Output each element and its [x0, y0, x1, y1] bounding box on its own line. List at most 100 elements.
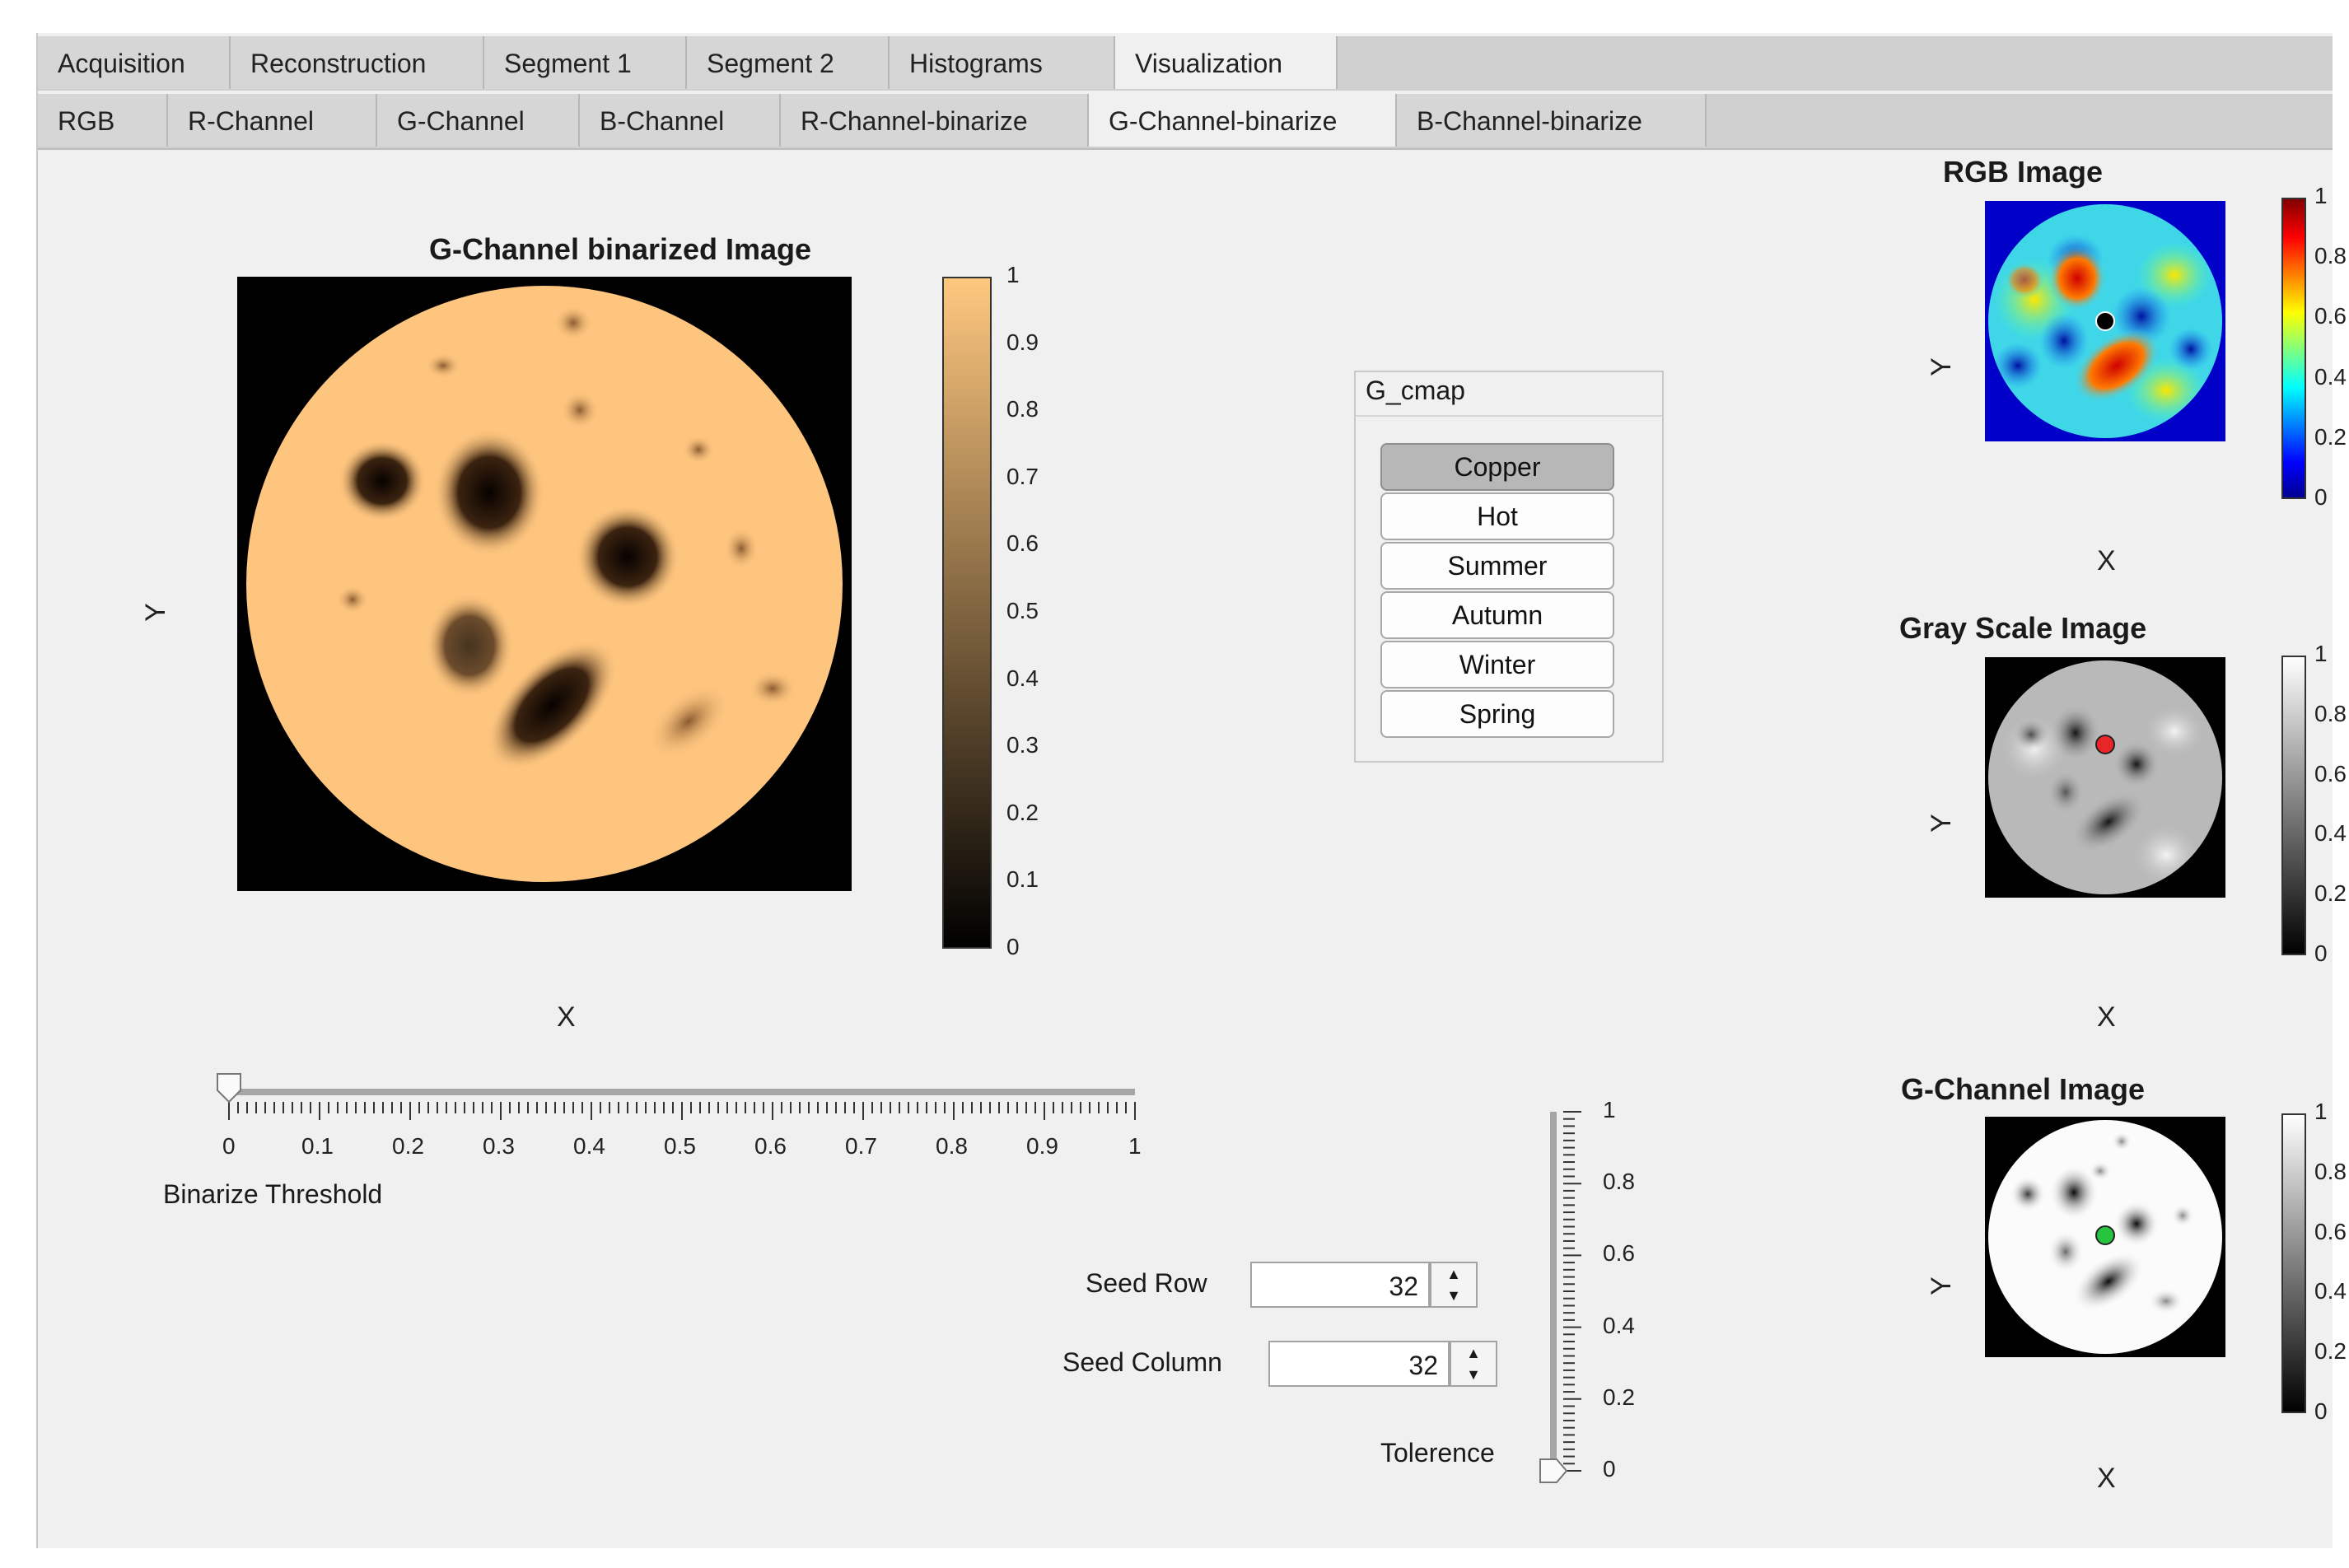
- tolerance-tick-label: 0.6: [1603, 1240, 1635, 1267]
- slider-thumb[interactable]: [217, 1073, 241, 1104]
- threshold-tick-label: 0.5: [664, 1133, 696, 1159]
- rgb-image-title: RGB Image: [1942, 155, 2104, 189]
- seed-row-down-icon[interactable]: ▼: [1431, 1285, 1476, 1306]
- tolerance-tick-label: 0: [1603, 1456, 1616, 1482]
- colorbar-tick-label: 0.4: [2314, 1278, 2347, 1304]
- main-colorbar: [942, 277, 992, 949]
- slider-tick-marks: [228, 1102, 1136, 1120]
- colorbar-tick-label: 0.2: [1006, 799, 1039, 825]
- colorbar-tick-label: 0: [1006, 934, 1020, 959]
- cmap-hot-button[interactable]: Hot: [1380, 492, 1614, 540]
- subtab-r-channel-binarize[interactable]: R-Channel-binarize: [781, 94, 1089, 147]
- colorbar-tick-label: 0.6: [2314, 760, 2347, 786]
- colorbar-tick-label: 0.2: [2314, 1338, 2347, 1365]
- colorbar-tick-label: 0.1: [1006, 866, 1039, 893]
- subtab-r-channel[interactable]: R-Channel: [168, 94, 377, 147]
- seed-row-up-icon[interactable]: ▲: [1431, 1263, 1476, 1285]
- tolerance-track[interactable]: [1550, 1112, 1557, 1471]
- tab-acquisition[interactable]: Acquisition: [38, 36, 231, 89]
- colormap-panel: G_cmap Copper Hot Summer Autumn Winter S…: [1354, 371, 1664, 763]
- slider-track[interactable]: [229, 1089, 1135, 1095]
- colorbar-tick-label: 1: [2314, 1099, 2328, 1124]
- tab-visualization[interactable]: Visualization: [1115, 36, 1338, 89]
- seed-column-down-icon[interactable]: ▼: [1451, 1364, 1496, 1385]
- seed-column-stepper[interactable]: ▲ ▼: [1450, 1341, 1497, 1387]
- main-plot-ylabel: Y: [139, 603, 171, 622]
- threshold-tick-label: 0.4: [573, 1133, 605, 1159]
- colorbar-tick-label: 0.4: [2314, 820, 2347, 847]
- colorbar-tick-label: 0.6: [1006, 530, 1039, 557]
- cmap-copper-button[interactable]: Copper: [1380, 443, 1614, 491]
- seed-row-input[interactable]: 32: [1250, 1262, 1430, 1308]
- colorbar-tick-label: 0: [2314, 1398, 2328, 1424]
- g-channel-colorbar: [2281, 1113, 2306, 1413]
- colorbar-tick-label: 1: [2314, 183, 2328, 208]
- tab-segment-2[interactable]: Segment 2: [687, 36, 890, 89]
- colorbar-tick-label: 0.3: [1006, 732, 1039, 758]
- g-channel-image-ylabel: Y: [1925, 1276, 1957, 1295]
- cmap-spring-button[interactable]: Spring: [1380, 690, 1614, 738]
- seed-column-up-icon[interactable]: ▲: [1451, 1342, 1496, 1364]
- g-channel-image-title: G-Channel Image: [1900, 1072, 2146, 1106]
- gray-image-ylabel: Y: [1925, 814, 1957, 833]
- colorbar-tick-label: 0.8: [2314, 700, 2347, 726]
- seed-row-label: Seed Row: [1086, 1268, 1207, 1298]
- seed-column-label: Seed Column: [1062, 1347, 1222, 1377]
- seed-marker: [2095, 735, 2115, 754]
- rgb-image: [1985, 201, 2225, 441]
- tolerance-tick-marks: [1563, 1111, 1581, 1472]
- gray-image: [1985, 657, 2225, 898]
- colorbar-tick-label: 0.8: [1006, 396, 1039, 422]
- subtab-g-channel[interactable]: G-Channel: [377, 94, 580, 147]
- colorbar-tick-label: 0.4: [1006, 665, 1039, 691]
- g-channel-image-xlabel: X: [2097, 1463, 2116, 1494]
- colorbar-tick-label: 0: [2314, 484, 2328, 510]
- panel-divider: [1356, 415, 1662, 417]
- gray-image-xlabel: X: [2097, 1001, 2116, 1033]
- app-window: Acquisition Reconstruction Segment 1 Seg…: [36, 33, 2347, 1548]
- colorbar-tick-label: 0.2: [2314, 423, 2347, 450]
- subtab-b-channel[interactable]: B-Channel: [580, 94, 781, 147]
- tolerance-tick-label: 0.8: [1603, 1169, 1635, 1195]
- threshold-tick-label: 0.2: [392, 1133, 424, 1159]
- cmap-summer-button[interactable]: Summer: [1380, 542, 1614, 590]
- threshold-tick-label: 0.3: [483, 1133, 515, 1159]
- colorbar-tick-label: 0.4: [2314, 363, 2347, 390]
- threshold-tick-label: 1: [1128, 1133, 1142, 1159]
- sub-tab-bar: RGB R-Channel G-Channel B-Channel R-Chan…: [38, 94, 2333, 150]
- cmap-autumn-button[interactable]: Autumn: [1380, 591, 1614, 639]
- colorbar-tick-label: 0.2: [2314, 880, 2347, 907]
- seed-column-input[interactable]: 32: [1268, 1341, 1450, 1387]
- subtab-g-channel-binarize[interactable]: G-Channel-binarize: [1089, 94, 1397, 147]
- tolerance-label: Tolerence: [1380, 1438, 1495, 1468]
- tab-segment-1[interactable]: Segment 1: [484, 36, 687, 89]
- main-plot-image: [237, 277, 852, 891]
- cmap-winter-button[interactable]: Winter: [1380, 641, 1614, 688]
- g-channel-image: [1985, 1117, 2225, 1357]
- tolerance-thumb[interactable]: [1539, 1458, 1568, 1483]
- threshold-tick-label: 0.9: [1026, 1133, 1058, 1159]
- tolerance-tick-label: 1: [1603, 1097, 1616, 1122]
- tab-reconstruction[interactable]: Reconstruction: [231, 36, 484, 89]
- main-plot-xlabel: X: [557, 1001, 576, 1033]
- threshold-tick-label: 0: [222, 1133, 236, 1159]
- colorbar-tick-label: 0.9: [1006, 329, 1039, 355]
- rgb-colorbar: [2281, 198, 2306, 499]
- subtab-rgb[interactable]: RGB: [38, 94, 168, 147]
- threshold-tick-label: 0.7: [845, 1133, 877, 1159]
- main-tab-bar: Acquisition Reconstruction Segment 1 Seg…: [38, 36, 2333, 91]
- main-plot-title: G-Channel binarized Image: [428, 232, 812, 266]
- colorbar-tick-label: 0.8: [2314, 243, 2347, 269]
- subtab-b-channel-binarize[interactable]: B-Channel-binarize: [1397, 94, 1707, 147]
- seed-row-stepper[interactable]: ▲ ▼: [1430, 1262, 1478, 1308]
- colorbar-tick-label: 0.5: [1006, 598, 1039, 623]
- colorbar-tick-label: 0.8: [2314, 1158, 2347, 1184]
- gray-image-title: Gray Scale Image: [1899, 611, 2147, 645]
- rgb-image-ylabel: Y: [1925, 357, 1957, 376]
- colorbar-tick-label: 1: [2314, 641, 2328, 666]
- tab-histograms[interactable]: Histograms: [890, 36, 1115, 89]
- tolerance-slider[interactable]: [1539, 1100, 1604, 1487]
- rgb-image-xlabel: X: [2097, 545, 2116, 576]
- tolerance-tick-label: 0.4: [1603, 1312, 1635, 1338]
- binarize-threshold-label: Binarize Threshold: [163, 1179, 383, 1209]
